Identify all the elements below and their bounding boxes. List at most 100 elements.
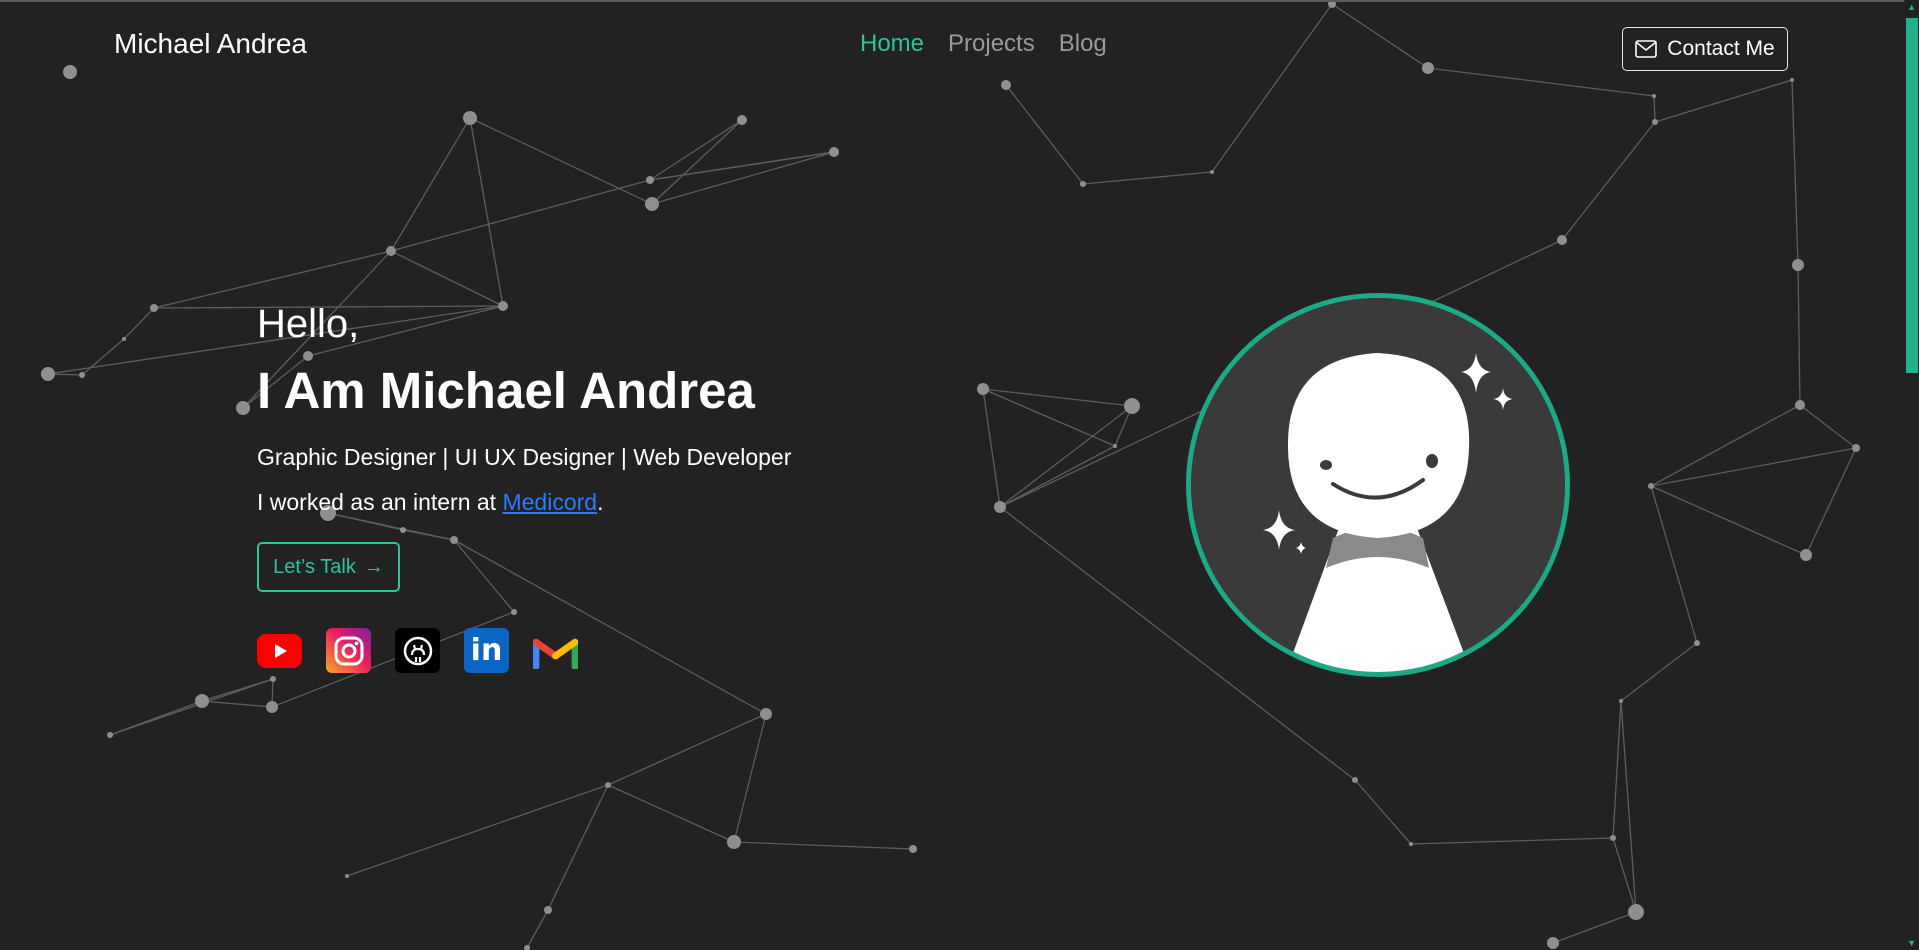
intern-prefix: I worked as an intern at — [257, 489, 503, 515]
nav-home[interactable]: Home — [860, 30, 924, 58]
brand-logo[interactable]: Michael Andrea — [114, 28, 307, 60]
network-node — [270, 676, 276, 682]
network-node — [1790, 78, 1794, 82]
network-edge — [1354, 779, 1412, 845]
medicord-link[interactable]: Medicord — [502, 489, 597, 515]
network-edge — [982, 388, 1133, 407]
network-edge — [201, 700, 273, 708]
network-edge — [1653, 95, 1656, 123]
network-edge — [1650, 485, 1698, 644]
network-node — [829, 147, 839, 157]
network-node — [150, 304, 158, 312]
profile-avatar — [1186, 293, 1570, 677]
network-node — [977, 383, 989, 395]
main-nav: Home Projects Blog — [860, 30, 1107, 58]
hero-intern-text: I worked as an intern at Medicord. — [257, 489, 791, 516]
contact-me-button[interactable]: Contact Me — [1622, 27, 1788, 71]
network-node — [1792, 259, 1804, 271]
linkedin-icon[interactable]: in — [464, 628, 509, 673]
network-node — [1652, 94, 1656, 98]
network-edge — [649, 151, 835, 181]
contact-me-label: Contact Me — [1667, 37, 1775, 60]
network-node — [646, 176, 654, 184]
hero-name: I Am Michael Andrea — [257, 362, 755, 419]
network-edge — [1650, 447, 1857, 487]
network-node — [909, 845, 917, 853]
network-edge — [733, 841, 914, 850]
youtube-icon[interactable] — [257, 628, 302, 673]
hero-roles: Graphic Designer | UI UX Designer | Web … — [257, 444, 792, 470]
network-edge — [81, 338, 125, 376]
network-node — [1800, 549, 1812, 561]
network-edge — [607, 713, 767, 786]
network-edge — [1612, 837, 1637, 913]
network-edge — [390, 117, 471, 252]
network-edge — [1561, 121, 1656, 241]
network-node — [386, 246, 396, 256]
network-edge — [1805, 447, 1857, 556]
nav-projects[interactable]: Projects — [948, 30, 1035, 58]
network-node — [1652, 119, 1658, 125]
network-edge — [1791, 79, 1799, 266]
network-edge — [1427, 67, 1655, 97]
network-node — [524, 945, 530, 950]
hero-section: Hello, I Am Michael Andrea Graphic Desig… — [257, 302, 791, 673]
network-node — [195, 694, 209, 708]
network-edge — [607, 784, 735, 843]
scrollbar[interactable]: ▲ ▼ — [1904, 0, 1919, 950]
network-edge — [649, 119, 743, 181]
network-edge — [1211, 3, 1333, 173]
scroll-up-arrow-icon[interactable]: ▲ — [1907, 2, 1916, 12]
linkedin-glyph: in — [470, 633, 503, 668]
github-icon[interactable] — [395, 628, 440, 673]
network-node — [1352, 777, 1358, 783]
network-node — [544, 906, 552, 914]
network-node — [345, 874, 349, 878]
network-node — [645, 197, 659, 211]
network-node — [1113, 444, 1117, 448]
network-edge — [733, 713, 767, 843]
hero-greeting: Hello, — [257, 302, 360, 346]
network-edge — [1654, 79, 1793, 123]
network-node — [1124, 398, 1140, 414]
nav-blog[interactable]: Blog — [1059, 30, 1107, 58]
network-node — [1694, 640, 1700, 646]
scroll-down-arrow-icon[interactable]: ▼ — [1907, 938, 1916, 948]
network-node — [1422, 62, 1434, 74]
network-node — [79, 372, 85, 378]
network-node — [1547, 937, 1559, 949]
network-edge — [346, 784, 609, 877]
top-border — [0, 0, 1919, 2]
network-edge — [1650, 404, 1801, 487]
network-node — [994, 501, 1006, 513]
network-node — [1001, 80, 1011, 90]
network-node — [1795, 400, 1805, 410]
network-edge — [1612, 700, 1622, 839]
network-edge — [109, 678, 274, 736]
network-edge — [982, 388, 1001, 508]
lets-talk-button[interactable]: Let’s Talk → — [257, 542, 400, 592]
network-edge — [547, 784, 609, 911]
network-node — [760, 708, 772, 720]
network-edge — [1650, 485, 1807, 556]
network-edge — [1082, 171, 1213, 185]
network-edge — [469, 117, 504, 307]
network-edge — [1620, 700, 1637, 913]
network-edge — [1005, 84, 1084, 185]
network-edge — [153, 250, 392, 309]
network-edge — [1797, 264, 1801, 406]
network-node — [1210, 170, 1214, 174]
network-edge — [390, 250, 504, 307]
envelope-icon — [1635, 40, 1658, 58]
scrollbar-thumb[interactable] — [1906, 18, 1918, 373]
gmail-icon[interactable] — [533, 628, 578, 673]
network-node — [727, 835, 741, 849]
network-node — [1628, 904, 1644, 920]
network-edge — [1799, 404, 1857, 449]
network-node — [1852, 444, 1860, 452]
network-node — [236, 401, 250, 415]
network-edge — [390, 179, 651, 252]
network-node — [1557, 235, 1567, 245]
instagram-icon[interactable] — [326, 628, 371, 673]
network-edge — [999, 445, 1116, 508]
